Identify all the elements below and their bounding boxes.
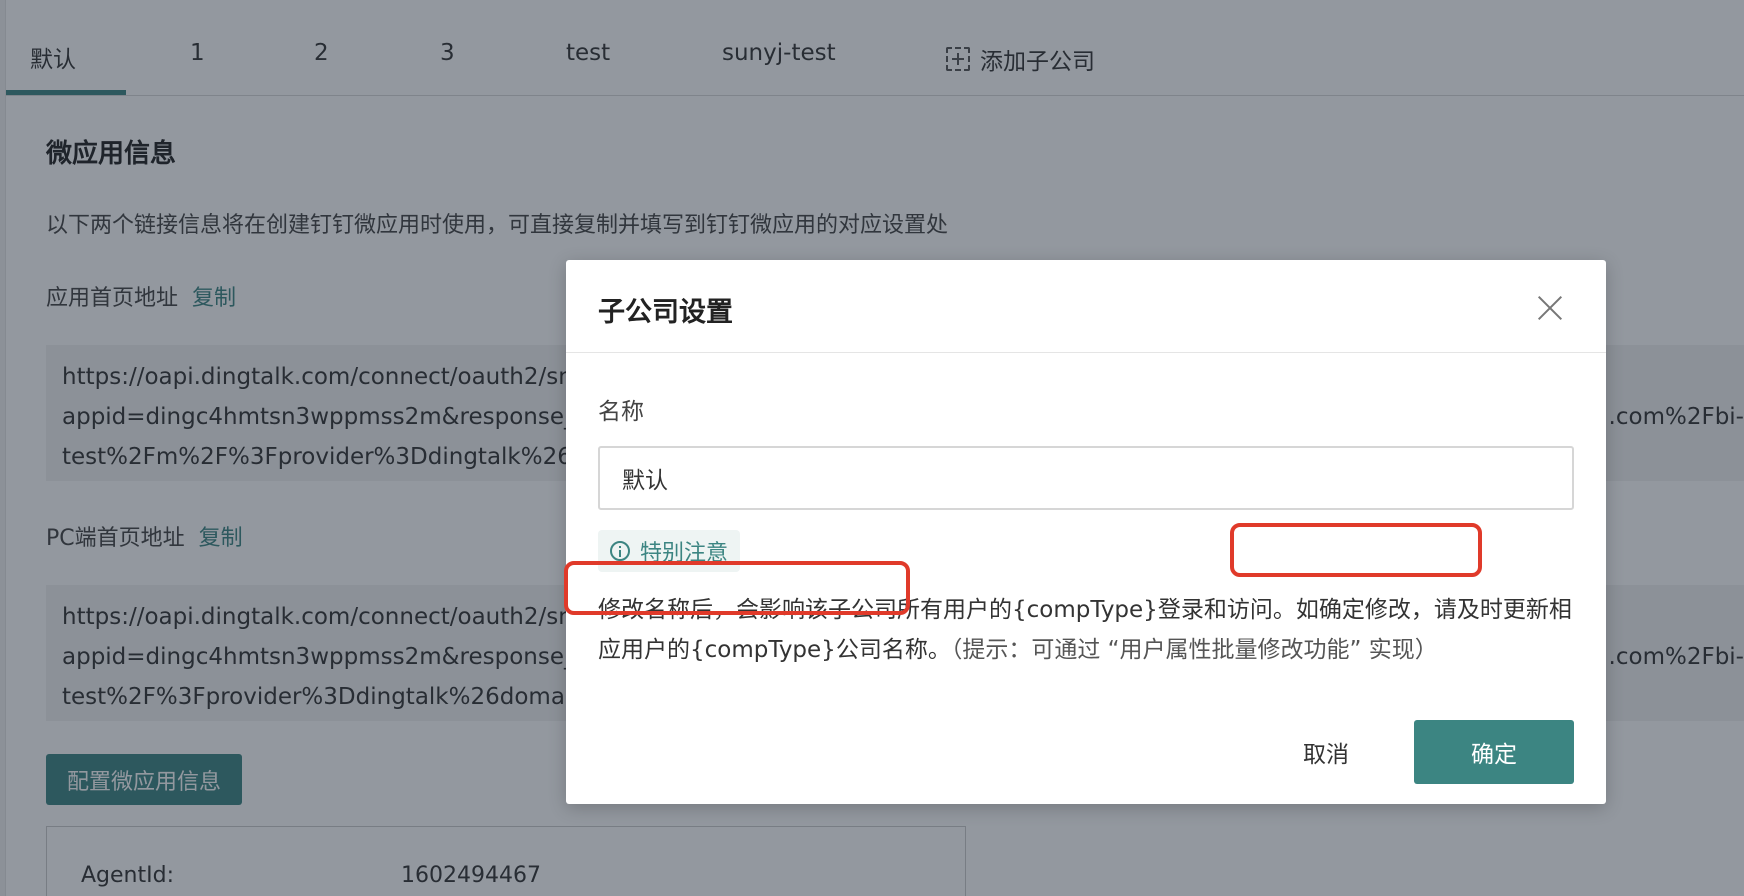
- name-input[interactable]: [598, 446, 1574, 510]
- subsidiary-settings-dialog: 子公司设置 名称 特别注意 修改名称后，会影响该子公司所有用户的{compTyp…: [564, 260, 1606, 804]
- dialog-header: 子公司设置: [566, 260, 1606, 353]
- name-field-label: 名称: [598, 399, 644, 425]
- notice-part-1: 修改名称后，会影响该子公司所有用户的{compType}登录和访问。: [598, 597, 1296, 623]
- cancel-button[interactable]: 取消: [1276, 720, 1376, 784]
- notice-badge: 特别注意: [598, 530, 741, 572]
- close-icon[interactable]: [1536, 294, 1564, 322]
- dialog-title: 子公司设置: [598, 297, 733, 328]
- info-icon: [610, 541, 630, 561]
- highlight-annotation: [1230, 523, 1482, 577]
- notice-text: 修改名称后，会影响该子公司所有用户的{compType}登录和访问。如确定修改，…: [598, 590, 1578, 670]
- notice-title: 特别注意: [640, 541, 729, 566]
- notice-hint: （提示：可通过 “用户属性批量修改功能” 实现）: [950, 637, 1438, 663]
- confirm-button[interactable]: 确定: [1414, 720, 1574, 784]
